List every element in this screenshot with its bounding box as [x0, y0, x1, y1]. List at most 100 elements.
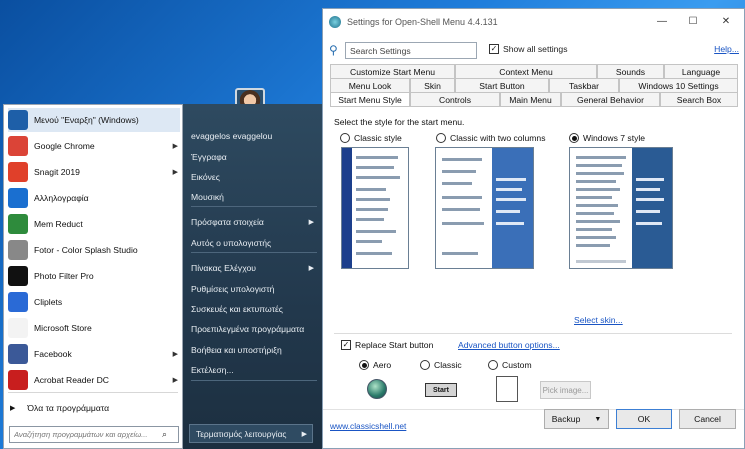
radio-selected-icon[interactable] [569, 133, 579, 143]
places-item[interactable]: Βοήθεια και υποστήριξη [191, 341, 317, 359]
places-item[interactable]: Έγγραφα [191, 148, 317, 166]
radio-selected-icon[interactable] [359, 360, 369, 370]
chevron-right-icon[interactable]: ▶ [309, 218, 314, 226]
ok-button[interactable]: OK [616, 409, 672, 429]
show-all-settings-checkbox[interactable]: ✓ Show all settings [489, 44, 568, 54]
program-item[interactable]: Fotor - Color Splash Studio [8, 238, 180, 262]
program-label: Mem Reduct [34, 219, 83, 229]
places-item[interactable]: Αυτός ο υπολογιστής [191, 234, 317, 252]
radio-unselected-icon[interactable] [340, 133, 350, 143]
program-item[interactable]: Cliplets [8, 290, 180, 314]
chevron-right-icon[interactable]: ▶ [302, 430, 307, 438]
places-label: evaggelos evaggelou [191, 131, 273, 141]
program-item[interactable]: Mem Reduct [8, 212, 180, 236]
minimize-icon[interactable]: — [654, 14, 670, 30]
classic-style-radio[interactable]: Classic style [340, 133, 402, 143]
places-item[interactable]: Πρόσφατα στοιχεία ▶ [191, 213, 317, 231]
places-item[interactable]: Πίνακας Ελέγχου ▶ [191, 259, 317, 277]
program-item[interactable]: Acrobat Reader DC ▶ [8, 368, 180, 392]
places-item[interactable]: Ρυθμίσεις υπολογιστή [191, 280, 317, 298]
snagit-icon [8, 162, 28, 182]
pick-image-button[interactable]: Pick image... [540, 381, 591, 399]
maximize-icon[interactable]: ☐ [685, 14, 701, 30]
program-item[interactable]: Μενού "Εναρξη" (Windows) [8, 108, 180, 132]
tab-windows-10-settings[interactable]: Windows 10 Settings [619, 78, 738, 92]
windows7-style-radio[interactable]: Windows 7 style [569, 133, 645, 143]
chevron-right-icon[interactable]: ▶ [173, 142, 178, 150]
places-item[interactable]: evaggelos evaggelou [191, 127, 317, 145]
places-item[interactable]: Εκτέλεση... [191, 361, 317, 379]
chevron-right-icon[interactable]: ▶ [173, 376, 178, 384]
shutdown-button[interactable]: Τερματισμός λειτουργίας ▶ [189, 424, 313, 443]
chevron-right-icon[interactable]: ▶ [309, 264, 314, 272]
program-label: Snagit 2019 [34, 167, 80, 177]
tab-taskbar[interactable]: Taskbar [549, 78, 619, 92]
program-label: Acrobat Reader DC [34, 375, 109, 385]
backup-label: Backup [551, 414, 581, 424]
chevron-right-icon: ▶ [10, 405, 16, 412]
places-item[interactable]: Μουσική [191, 188, 317, 206]
classic-style-preview[interactable] [341, 147, 409, 269]
homepage-link[interactable]: www.classicshell.net [330, 421, 406, 431]
radio-unselected-icon[interactable] [420, 360, 430, 370]
places-label: Εκτέλεση... [191, 365, 234, 375]
radio-unselected-icon[interactable] [488, 360, 498, 370]
search-icon[interactable]: ⌕ [162, 429, 167, 440]
divider [8, 392, 178, 393]
chevron-right-icon[interactable]: ▶ [173, 168, 178, 176]
tab-controls[interactable]: Controls [410, 92, 500, 106]
tab-language[interactable]: Language [664, 64, 738, 78]
photo-filter-icon [8, 266, 28, 286]
tab-skin[interactable]: Skin [410, 78, 455, 92]
windows7-style-preview[interactable] [569, 147, 673, 269]
tab-main-menu[interactable]: Main Menu [500, 92, 561, 106]
tab-customize-start-menu[interactable]: Customize Start Menu [330, 64, 455, 78]
tab-start-menu-style[interactable]: Start Menu Style [330, 92, 410, 107]
replace-start-button-checkbox[interactable]: ✓ Replace Start button [341, 340, 433, 350]
program-item[interactable]: Snagit 2019 ▶ [8, 160, 180, 184]
places-item[interactable]: Προεπιλεγμένα προγράμματα [191, 320, 317, 338]
backup-button[interactable]: Backup ▼ [544, 409, 609, 429]
classic-two-columns-radio[interactable]: Classic with two columns [436, 133, 546, 143]
places-item[interactable]: Συσκευές και εκτυπωτές [191, 300, 317, 318]
settings-window: Settings for Open-Shell Menu 4.4.131 — ☐… [322, 8, 745, 449]
program-label: Cliplets [34, 297, 63, 307]
program-item[interactable]: Αλληλογραφία [8, 186, 180, 210]
classic-label: Classic [434, 360, 462, 370]
chevron-right-icon[interactable]: ▶ [173, 350, 178, 358]
tab-general-behavior[interactable]: General Behavior [561, 92, 660, 106]
title-bar[interactable]: Settings for Open-Shell Menu 4.4.131 — ☐… [323, 9, 744, 35]
settings-search-input[interactable] [345, 42, 477, 59]
program-item[interactable]: Microsoft Store [8, 316, 180, 340]
radio-unselected-icon[interactable] [436, 133, 446, 143]
places-label: Έγγραφα [191, 152, 227, 162]
places-label: Βοήθεια και υποστήριξη [191, 345, 282, 355]
checkbox-checked-icon[interactable]: ✓ [341, 340, 351, 350]
help-link[interactable]: Help... [714, 44, 739, 54]
select-skin-link[interactable]: Select skin... [574, 315, 623, 325]
divider [191, 206, 317, 207]
program-item[interactable]: Google Chrome ▶ [8, 134, 180, 158]
program-label: Facebook [34, 349, 72, 359]
cancel-button[interactable]: Cancel [679, 409, 736, 429]
custom-button-radio[interactable]: Custom [488, 360, 532, 370]
classic-two-columns-preview[interactable] [435, 147, 534, 269]
classic-button-radio[interactable]: Classic [420, 360, 462, 370]
tab-context-menu[interactable]: Context Menu [455, 64, 597, 78]
places-item[interactable]: Εικόνες [191, 168, 317, 186]
advanced-button-options-link[interactable]: Advanced button options... [458, 340, 560, 350]
tab-sounds[interactable]: Sounds [597, 64, 664, 78]
tab-search-box[interactable]: Search Box [660, 92, 738, 106]
tab-start-button[interactable]: Start Button [455, 78, 549, 92]
checkbox-checked-icon[interactable]: ✓ [489, 44, 499, 54]
dropdown-arrow-icon[interactable]: ▼ [594, 416, 601, 423]
places-label: Πρόσφατα στοιχεία [191, 217, 264, 227]
start-search-input[interactable] [10, 430, 162, 439]
program-item[interactable]: Photo Filter Pro [8, 264, 180, 288]
all-programs-button[interactable]: ▶ Όλα τα προγράμματα [10, 399, 178, 417]
aero-button-radio[interactable]: Aero [359, 360, 391, 370]
program-item[interactable]: Facebook ▶ [8, 342, 180, 366]
close-icon[interactable]: ✕ [718, 14, 734, 30]
start-search-box[interactable]: ⌕ [9, 426, 179, 443]
tab-menu-look[interactable]: Menu Look [330, 78, 410, 92]
